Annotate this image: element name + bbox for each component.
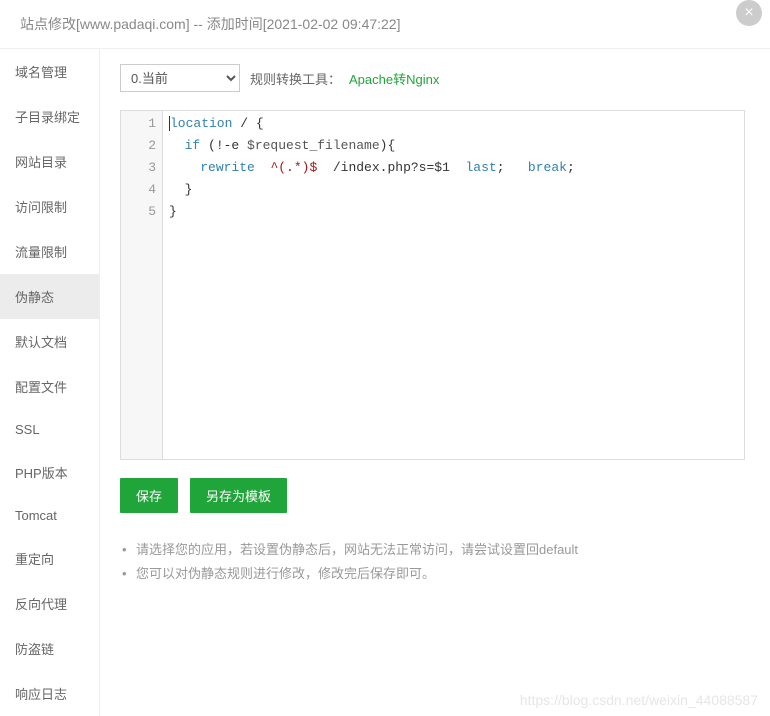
tool-label: 规则转换工具： [250, 69, 341, 88]
sidebar-item[interactable]: 配置文件 [0, 364, 99, 409]
help-list: 请选择您的应用，若设置伪静态后，网站无法正常访问，请尝试设置回default您可… [120, 538, 745, 586]
line-number: 2 [121, 135, 156, 157]
save-as-template-button[interactable]: 另存为模板 [190, 478, 287, 513]
code-line[interactable]: if (!-e $request_filename){ [169, 135, 744, 157]
sidebar-item[interactable]: SSL [0, 409, 99, 450]
toolbar: 0.当前 规则转换工具： Apache转Nginx [120, 64, 745, 92]
save-button[interactable]: 保存 [120, 478, 178, 513]
close-icon: × [744, 5, 753, 21]
code-editor[interactable]: 12345 location / { if (!-e $request_file… [120, 110, 745, 460]
dialog-header: 站点修改[www.padaqi.com] -- 添加时间[2021-02-02 … [0, 0, 770, 49]
code-line[interactable]: rewrite ^(.*)$ /index.php?s=$1 last; bre… [169, 157, 744, 179]
code-area[interactable]: location / { if (!-e $request_filename){… [163, 111, 744, 459]
main-panel: 0.当前 规则转换工具： Apache转Nginx 12345 location… [100, 49, 770, 716]
sidebar-item[interactable]: 反向代理 [0, 581, 99, 626]
sidebar-item[interactable]: 子目录绑定 [0, 94, 99, 139]
sidebar-item[interactable]: 流量限制 [0, 229, 99, 274]
sidebar-item[interactable]: PHP版本 [0, 450, 99, 495]
sidebar-item[interactable]: 伪静态 [0, 274, 99, 319]
sidebar-item[interactable]: 防盗链 [0, 626, 99, 671]
sidebar-item[interactable]: 网站目录 [0, 139, 99, 184]
sidebar-item[interactable]: 域名管理 [0, 49, 99, 94]
close-button[interactable]: × [736, 0, 762, 26]
line-number: 5 [121, 201, 156, 223]
dialog-title: 站点修改[www.padaqi.com] -- 添加时间[2021-02-02 … [20, 16, 401, 32]
code-line[interactable]: } [169, 201, 744, 223]
help-item: 您可以对伪静态规则进行修改，修改完后保存即可。 [120, 562, 745, 586]
convert-link[interactable]: Apache转Nginx [349, 69, 439, 88]
line-gutter: 12345 [121, 111, 163, 459]
line-number: 4 [121, 179, 156, 201]
button-row: 保存 另存为模板 [120, 478, 745, 513]
line-number: 1 [121, 113, 156, 135]
template-select[interactable]: 0.当前 [120, 64, 240, 92]
code-line[interactable]: } [169, 179, 744, 201]
sidebar-item[interactable]: 重定向 [0, 536, 99, 581]
sidebar: 域名管理子目录绑定网站目录访问限制流量限制伪静态默认文档配置文件SSLPHP版本… [0, 49, 100, 716]
dialog-body: 域名管理子目录绑定网站目录访问限制流量限制伪静态默认文档配置文件SSLPHP版本… [0, 49, 770, 716]
code-line[interactable]: location / { [169, 113, 744, 135]
sidebar-item[interactable]: 响应日志 [0, 671, 99, 716]
help-item: 请选择您的应用，若设置伪静态后，网站无法正常访问，请尝试设置回default [120, 538, 745, 562]
line-number: 3 [121, 157, 156, 179]
sidebar-item[interactable]: 默认文档 [0, 319, 99, 364]
sidebar-item[interactable]: Tomcat [0, 495, 99, 536]
sidebar-item[interactable]: 访问限制 [0, 184, 99, 229]
